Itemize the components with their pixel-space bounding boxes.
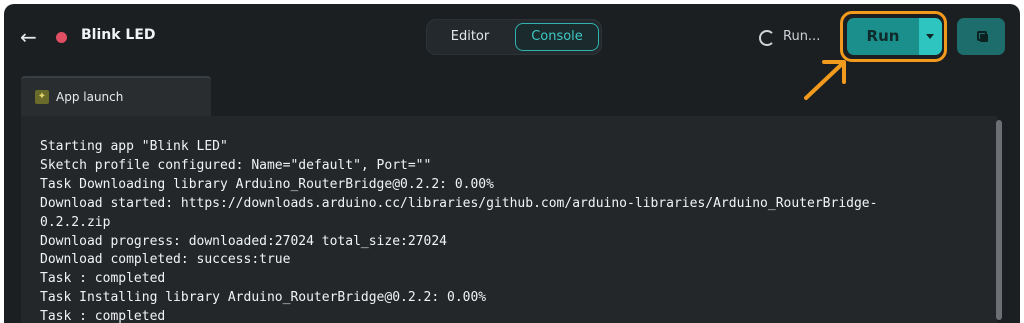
chevron-down-icon bbox=[926, 34, 934, 39]
app-title: Blink LED bbox=[81, 27, 156, 43]
copy-button[interactable] bbox=[957, 18, 1005, 55]
tab-editor[interactable]: Editor bbox=[431, 23, 509, 51]
status-dot bbox=[56, 32, 67, 43]
tab-app-launch[interactable]: ✦ App launch bbox=[21, 76, 211, 116]
console-scrollbar[interactable] bbox=[996, 120, 1002, 320]
console-line: Task : completed bbox=[40, 271, 166, 287]
running-status: Run... bbox=[783, 29, 821, 44]
console-line: Download started: https://downloads.ardu… bbox=[40, 195, 878, 211]
app-window: ← Blink LED Editor Console Run... Run ✦ … bbox=[4, 4, 1020, 323]
console-output: Starting app "Blink LED" Sketch profile c… bbox=[21, 116, 997, 323]
pointer-arrow-icon bbox=[804, 60, 846, 100]
console-line: Task Installing library Arduino_RouterBr… bbox=[40, 290, 487, 306]
run-button[interactable]: Run bbox=[847, 18, 919, 55]
console-line: Sketch profile configured: Name="default… bbox=[40, 157, 432, 173]
mode-switch: Editor Console bbox=[426, 19, 602, 55]
back-arrow-icon[interactable]: ← bbox=[20, 26, 44, 48]
tab-label: App launch bbox=[56, 90, 124, 104]
loading-spinner-icon bbox=[759, 30, 775, 46]
app-launch-icon: ✦ bbox=[35, 90, 49, 104]
console-line: Task Downloading library Arduino_RouterB… bbox=[40, 176, 494, 192]
tab-console[interactable]: Console bbox=[515, 23, 599, 51]
console-line: 0.2.2.zip bbox=[40, 214, 111, 230]
console-line: Download progress: downloaded:27024 tota… bbox=[40, 233, 447, 249]
run-options-dropdown[interactable] bbox=[919, 18, 942, 55]
console-lines: Starting app "Blink LED" Sketch profile c… bbox=[40, 138, 967, 323]
console-line: Task : completed bbox=[40, 309, 166, 323]
console-line: Download completed: success:true bbox=[40, 252, 291, 268]
console-line: Starting app "Blink LED" bbox=[40, 139, 228, 154]
